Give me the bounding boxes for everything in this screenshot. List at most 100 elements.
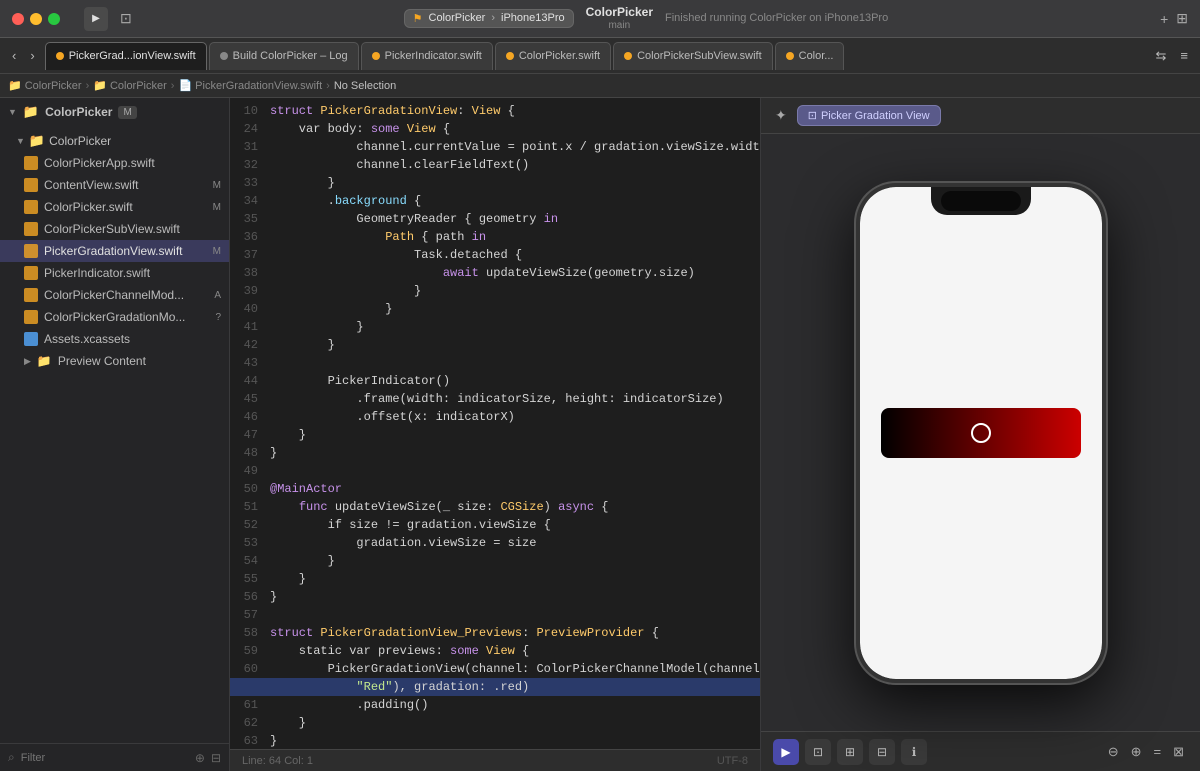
breadcrumb-item-2[interactable]: 📄 PickerGradationView.swift: [178, 79, 322, 92]
sidebar-file-8[interactable]: Assets.xcassets: [0, 328, 229, 350]
filter-input[interactable]: [21, 752, 189, 764]
line-content[interactable]: @MainActor: [266, 480, 760, 498]
line-content[interactable]: struct PickerGradationView_Previews: Pre…: [266, 624, 760, 642]
tab-5[interactable]: Color...: [775, 42, 845, 70]
sidebar-file-4[interactable]: PickerGradationView.swiftM: [0, 240, 229, 262]
line-number: 46: [230, 408, 266, 426]
sidebar-add-icon[interactable]: ⊕: [195, 751, 205, 765]
nav-icon-menu[interactable]: ≡: [1176, 46, 1192, 65]
zoom-out-button[interactable]: ⊖: [1104, 742, 1123, 762]
line-content[interactable]: }: [266, 444, 760, 462]
line-content[interactable]: .background {: [266, 192, 760, 210]
preview-grid-button[interactable]: ⊞: [837, 739, 863, 765]
sidebar-file-0[interactable]: ColorPickerApp.swift: [0, 152, 229, 174]
back-button[interactable]: ‹: [8, 46, 20, 65]
line-number: 38: [230, 264, 266, 282]
sidebar-file-9[interactable]: ▶📁Preview Content: [0, 350, 229, 372]
code-line: 55 }: [230, 570, 760, 588]
preview-play-button[interactable]: ▶: [773, 739, 799, 765]
sidebar-file-1[interactable]: ContentView.swiftM: [0, 174, 229, 196]
sidebar-file-6[interactable]: ColorPickerChannelMod...A: [0, 284, 229, 306]
sidebar-chevron[interactable]: ▼: [8, 107, 17, 117]
code-content[interactable]: 10struct PickerGradationView: View {24 v…: [230, 98, 760, 749]
tab-0[interactable]: PickerGrad...ionView.swift: [45, 42, 207, 70]
fullscreen-button[interactable]: [48, 13, 60, 25]
code-line: 40 }: [230, 300, 760, 318]
preview-device-button[interactable]: ⊟: [869, 739, 895, 765]
zoom-actual-button[interactable]: ⊠: [1169, 742, 1188, 762]
line-content[interactable]: gradation.viewSize = size: [266, 534, 760, 552]
line-number: 54: [230, 552, 266, 570]
sidebar-list-icon[interactable]: ⊟: [211, 751, 221, 765]
line-content[interactable]: [266, 606, 760, 624]
line-content[interactable]: }: [266, 174, 760, 192]
code-line: 62 }: [230, 714, 760, 732]
preview-frame-button[interactable]: ⊡: [805, 739, 831, 765]
line-content[interactable]: Task.detached {: [266, 246, 760, 264]
sidebar-file-7[interactable]: ColorPickerGradationMo...?: [0, 306, 229, 328]
preview-info-button[interactable]: ℹ: [901, 739, 927, 765]
line-content[interactable]: }: [266, 318, 760, 336]
sidebar-file-5[interactable]: PickerIndicator.swift: [0, 262, 229, 284]
line-content[interactable]: Path { path in: [266, 228, 760, 246]
line-content[interactable]: PickerIndicator(): [266, 372, 760, 390]
breadcrumb-item-0[interactable]: 📁 ColorPicker: [8, 79, 82, 92]
preview-view-icon: ⊡: [808, 109, 817, 122]
run-button[interactable]: ▶: [84, 7, 108, 31]
tab-2[interactable]: PickerIndicator.swift: [361, 42, 493, 70]
cursor-position: Line: 64 Col: 1: [242, 755, 313, 767]
close-button[interactable]: [12, 13, 24, 25]
preview-pin-icon[interactable]: ✦: [773, 105, 789, 126]
line-content[interactable]: .frame(width: indicatorSize, height: ind…: [266, 390, 760, 408]
line-content[interactable]: var body: some View {: [266, 120, 760, 138]
line-content[interactable]: }: [266, 570, 760, 588]
line-content[interactable]: struct PickerGradationView: View {: [266, 102, 760, 120]
nav-icon-swap[interactable]: ⇆: [1152, 46, 1171, 66]
line-content[interactable]: }: [266, 336, 760, 354]
line-content[interactable]: await updateViewSize(geometry.size): [266, 264, 760, 282]
breadcrumb-bar: 📁 ColorPicker›📁 ColorPicker›📄 PickerGrad…: [0, 74, 1200, 98]
line-content[interactable]: "Red"), gradation: .red): [266, 678, 760, 696]
zoom-in-button[interactable]: ⊕: [1127, 742, 1146, 762]
breadcrumb-item-1[interactable]: 📁 ColorPicker: [93, 79, 167, 92]
add-tab-button[interactable]: +: [1160, 11, 1168, 27]
tab-4[interactable]: ColorPickerSubView.swift: [613, 42, 773, 70]
line-content[interactable]: .offset(x: indicatorX): [266, 408, 760, 426]
line-content[interactable]: }: [266, 300, 760, 318]
sidebar-file-3[interactable]: ColorPickerSubView.swift: [0, 218, 229, 240]
minimize-button[interactable]: [30, 13, 42, 25]
line-content[interactable]: }: [266, 714, 760, 732]
line-content[interactable]: channel.clearFieldText(): [266, 156, 760, 174]
forward-button[interactable]: ›: [26, 46, 38, 65]
split-button[interactable]: ⊞: [1176, 10, 1188, 27]
breadcrumb-item-3[interactable]: No Selection: [334, 80, 396, 92]
line-content[interactable]: }: [266, 552, 760, 570]
sidebar-file-2[interactable]: ColorPicker.swiftM: [0, 196, 229, 218]
line-content[interactable]: if size != gradation.viewSize {: [266, 516, 760, 534]
line-content[interactable]: GeometryReader { geometry in: [266, 210, 760, 228]
line-content[interactable]: .padding(): [266, 696, 760, 714]
line-number: 10: [230, 102, 266, 120]
line-content[interactable]: static var previews: some View {: [266, 642, 760, 660]
line-content[interactable]: }: [266, 588, 760, 606]
code-line: 50@MainActor: [230, 480, 760, 498]
line-content[interactable]: }: [266, 426, 760, 444]
line-content[interactable]: func updateViewSize(_ size: CGSize) asyn…: [266, 498, 760, 516]
line-content[interactable]: [266, 354, 760, 372]
sidebar-group-header[interactable]: ▼📁 ColorPicker: [0, 130, 229, 152]
tab-1[interactable]: Build ColorPicker – Log: [209, 42, 359, 70]
tab-3[interactable]: ColorPicker.swift: [495, 42, 611, 70]
scheme-selector[interactable]: ⚑ ColorPicker › iPhone13Pro: [404, 9, 574, 28]
line-number: 61: [230, 696, 266, 714]
code-line: 57: [230, 606, 760, 624]
preview-view-button[interactable]: ⊡ Picker Gradation View: [797, 105, 941, 126]
line-content[interactable]: PickerGradationView(channel: ColorPicker…: [266, 660, 760, 678]
line-content[interactable]: channel.currentValue = point.x / gradati…: [266, 138, 760, 156]
code-line: 34 .background {: [230, 192, 760, 210]
zoom-fit-button[interactable]: =: [1150, 742, 1166, 761]
sidebar-toggle[interactable]: ⊡: [120, 10, 132, 27]
code-line: 36 Path { path in: [230, 228, 760, 246]
line-content[interactable]: }: [266, 732, 760, 749]
line-content[interactable]: [266, 462, 760, 480]
line-content[interactable]: }: [266, 282, 760, 300]
